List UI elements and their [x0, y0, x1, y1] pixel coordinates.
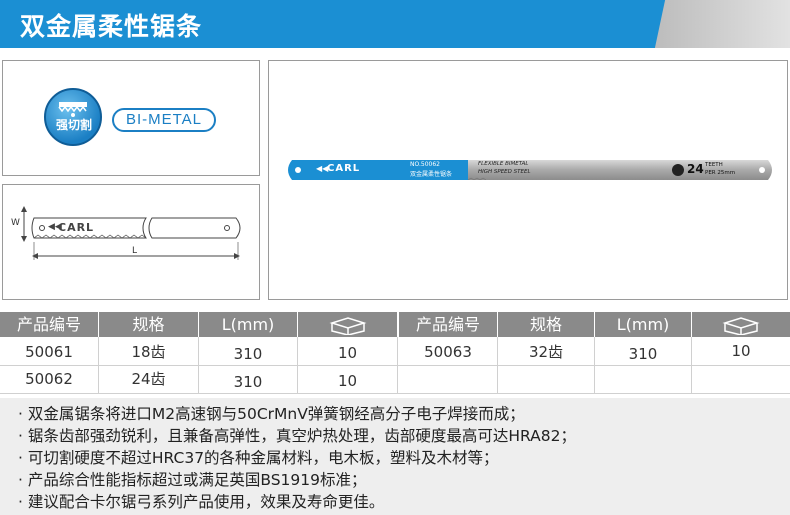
- blade-photo-panel: [268, 60, 788, 300]
- page-title: 双金属柔性锯条: [20, 12, 203, 41]
- col-header-box: [298, 312, 397, 337]
- photo-line1: FLEXIBLE BIMETAL: [478, 161, 529, 167]
- table-cell: 310: [233, 373, 263, 391]
- table-cell: 310: [628, 345, 658, 363]
- col-header-product-no: 产品编号: [0, 312, 98, 337]
- list-item: · 产品综合性能指标超过或满足英国BS1919标准；: [18, 471, 367, 489]
- table-cell: 50062: [25, 370, 73, 388]
- bi-metal-tag: BI-METAL: [112, 108, 216, 132]
- table-cell: 32齿: [528, 343, 564, 361]
- table-cell: 10: [337, 372, 358, 390]
- list-item: · 建议配合卡尔锯弓系列产品使用，效果及寿命更佳。: [18, 493, 385, 511]
- col-header-box-2: [692, 312, 790, 337]
- photo-model: NO.50062: [410, 161, 440, 168]
- photo-line2: HIGH SPEED STEEL: [478, 169, 531, 175]
- col-header-product-no-2: 产品编号: [399, 312, 497, 337]
- table-cell: 50061: [25, 343, 73, 361]
- box-icon: [722, 317, 760, 336]
- photo-model-cn: 双金属柔性锯条: [410, 171, 453, 178]
- length-label: L: [132, 246, 138, 256]
- photo-teeth-count: 24: [687, 162, 704, 176]
- col-divider: [397, 337, 398, 393]
- table-cell: 18齿: [131, 343, 166, 361]
- blade-dimension-diagram: [21, 206, 241, 260]
- box-icon: [328, 317, 367, 336]
- photo-teeth-label: TEETH: [705, 162, 723, 168]
- list-item: · 可切割硬度不超过HRC37的各种金属材料，电木板，塑料及木材等；: [18, 449, 499, 467]
- table-cell: 24齿: [131, 370, 166, 388]
- diagram-logo-icon: ◀◀: [48, 222, 62, 232]
- photo-teeth-sub: PER 25mm: [705, 170, 736, 176]
- col-header-length-2: L(mm): [595, 312, 691, 337]
- table-cell: 50063: [424, 343, 472, 361]
- photo-brand: CARL: [327, 163, 361, 174]
- table-cell: 10: [731, 342, 751, 360]
- list-item: · 锯条齿部强劲锐利，且兼备高弹性，真空炉热处理，齿部硬度最高可达HRA82；: [18, 427, 576, 445]
- col-header-length: L(mm): [199, 312, 297, 337]
- table-cell: 310: [233, 345, 263, 363]
- width-label: W: [11, 218, 20, 228]
- diagram-brand: CARL: [58, 221, 95, 234]
- table-cell: 10: [337, 344, 358, 362]
- col-header-spec: 规格: [99, 312, 198, 337]
- col-header-spec-2: 规格: [498, 312, 594, 337]
- list-item: · 双金属锯条将进口M2高速钢与50CrMnV弹簧钢经高分子电子焊接而成；: [18, 405, 525, 423]
- photo-logo-icon: ◀◀: [316, 164, 329, 173]
- badge-label: 强切割: [55, 118, 92, 132]
